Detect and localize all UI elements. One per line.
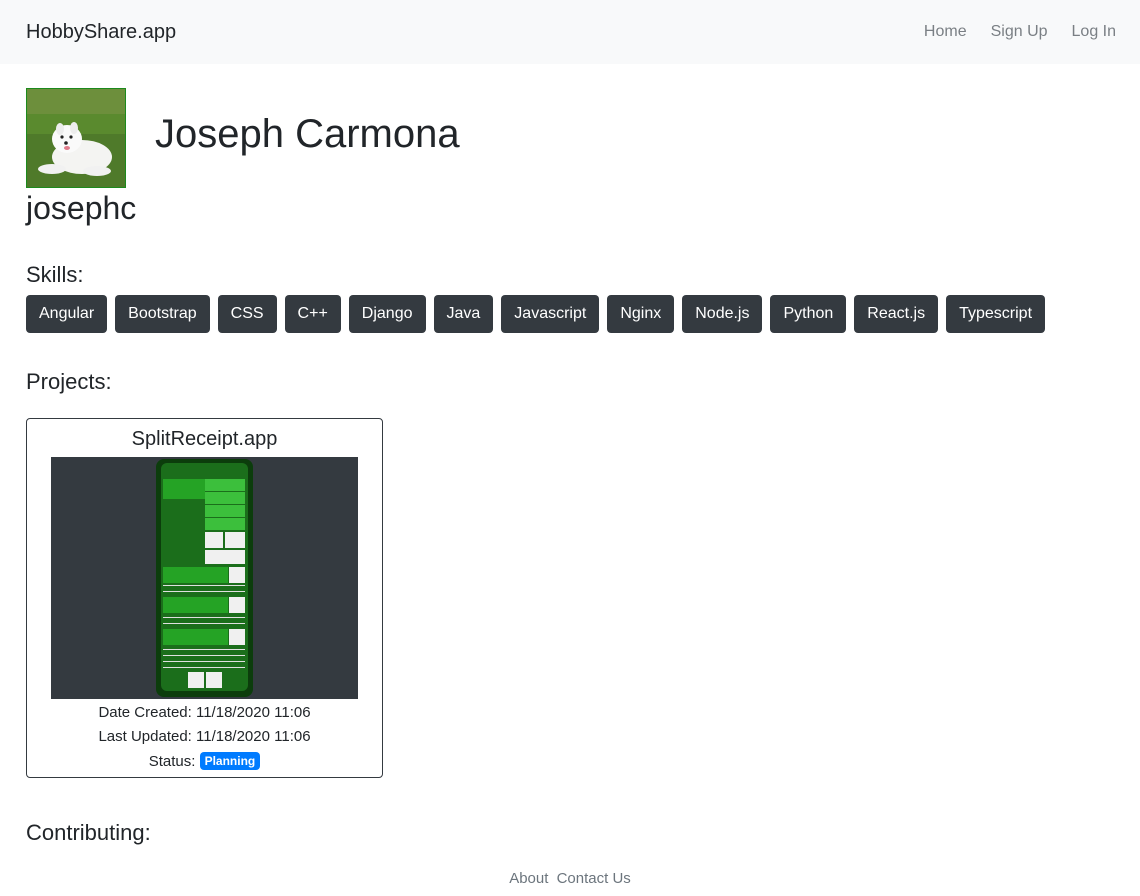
skill-tag-css[interactable]: CSS xyxy=(217,295,277,333)
nav-login-link[interactable]: Log In xyxy=(1064,23,1124,41)
contributing-heading: Contributing: xyxy=(26,820,151,845)
footer: About Contact Us xyxy=(0,870,1140,887)
skills-list: Angular Bootstrap CSS C++ Django Java Ja… xyxy=(26,295,1053,333)
skills-heading: Skills: xyxy=(26,262,84,287)
project-title[interactable]: SplitReceipt.app xyxy=(27,428,382,456)
skill-tag-java[interactable]: Java xyxy=(433,295,494,333)
profile-full-name: Joseph Carmona xyxy=(155,112,460,156)
avatar xyxy=(26,88,126,188)
skill-tag-cpp[interactable]: C++ xyxy=(284,295,341,333)
nav-home-link[interactable]: Home xyxy=(916,23,975,41)
project-status-label: Status: xyxy=(148,753,196,770)
project-last-updated: Last Updated: 11/18/2020 11:06 xyxy=(98,728,311,745)
project-screenshot xyxy=(51,457,358,699)
skill-tag-typescript[interactable]: Typescript xyxy=(946,295,1046,333)
skill-tag-javascript[interactable]: Javascript xyxy=(501,295,600,333)
skill-tag-nginx[interactable]: Nginx xyxy=(607,295,675,333)
skill-tag-python[interactable]: Python xyxy=(770,295,847,333)
navbar: HobbyShare.app Home Sign Up Log In xyxy=(0,0,1140,64)
skill-tag-bootstrap[interactable]: Bootstrap xyxy=(115,295,210,333)
profile-username: josephc xyxy=(26,190,137,226)
skill-tag-angular[interactable]: Angular xyxy=(26,295,108,333)
skill-tag-reactjs[interactable]: React.js xyxy=(854,295,939,333)
nav-signup-link[interactable]: Sign Up xyxy=(983,23,1056,41)
project-card[interactable]: SplitReceipt.app Date Created: 11/18/202… xyxy=(26,418,383,778)
skill-tag-django[interactable]: Django xyxy=(348,295,426,333)
skill-tag-nodejs[interactable]: Node.js xyxy=(682,295,763,333)
brand-link[interactable]: HobbyShare.app xyxy=(26,21,176,44)
footer-about-link[interactable]: About xyxy=(509,870,548,887)
project-status: Status: Planning xyxy=(27,752,382,770)
footer-contact-link[interactable]: Contact Us xyxy=(557,870,631,887)
project-date-created: Date Created: 11/18/2020 11:06 xyxy=(98,704,311,721)
nav-links: Home Sign Up Log In xyxy=(908,23,1124,41)
projects-heading: Projects: xyxy=(26,369,112,394)
status-badge: Planning xyxy=(199,752,261,770)
